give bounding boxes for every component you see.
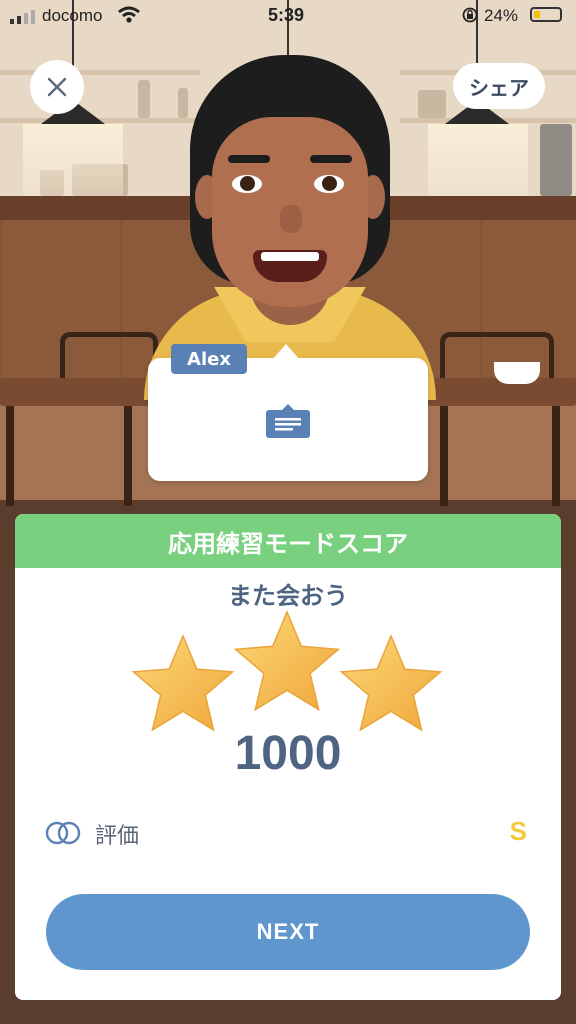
next-button[interactable]: NEXT <box>46 894 530 970</box>
speech-bubble-tail <box>272 344 300 360</box>
rating-grade: S <box>509 816 527 846</box>
share-button[interactable]: シェア <box>453 63 545 109</box>
table-leg <box>440 406 448 506</box>
close-icon <box>47 77 67 97</box>
battery-icon <box>530 7 562 22</box>
rating-icon <box>45 821 81 845</box>
rating-row: 評価 S <box>45 816 531 852</box>
carrier-name: docomo <box>42 6 103 25</box>
star-icon <box>131 634 235 732</box>
battery-percent: 24% <box>484 6 519 25</box>
wifi-icon <box>118 6 140 23</box>
clock: 5:39 <box>268 5 305 25</box>
machine <box>540 124 572 196</box>
orientation-lock-icon <box>462 7 478 23</box>
avatar-mouth <box>253 250 327 282</box>
table-leg <box>552 406 560 506</box>
signal-icon <box>10 10 35 24</box>
table-leg <box>124 406 132 506</box>
avatar-eyebrow <box>228 155 270 163</box>
avatar-nose <box>280 205 302 233</box>
star-icon <box>233 610 341 712</box>
table <box>0 378 150 406</box>
avatar-eyebrow <box>310 155 352 163</box>
table-leg <box>6 406 14 506</box>
transcript-icon[interactable] <box>266 404 310 438</box>
avatar-eye <box>232 175 262 193</box>
avatar-eye <box>314 175 344 193</box>
status-bar: docomo 5:39 24% <box>0 0 576 32</box>
avatar-alex <box>140 55 440 400</box>
close-button[interactable] <box>30 60 84 114</box>
speaker-name-tag: Alex <box>171 344 247 374</box>
coffee-cup <box>494 362 540 384</box>
rating-label: 評価 <box>95 824 140 849</box>
score-value: 1000 <box>234 727 342 780</box>
score-card: 応用練習モードスコア また会おう 1000 評価 S NEXT <box>15 514 561 1000</box>
star-icon <box>339 634 443 732</box>
